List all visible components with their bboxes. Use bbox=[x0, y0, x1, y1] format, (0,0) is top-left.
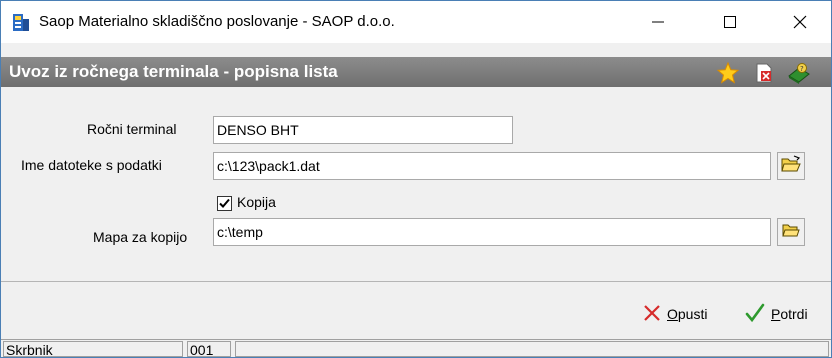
maximize-button[interactable] bbox=[707, 1, 753, 43]
copy-label: Kopija bbox=[237, 194, 276, 210]
file-path-input[interactable]: c:\123\pack1.dat bbox=[213, 152, 771, 180]
copy-checkbox[interactable] bbox=[217, 196, 232, 211]
svg-text:?: ? bbox=[800, 65, 804, 73]
confirm-mnemonic: P bbox=[771, 306, 781, 322]
confirm-button[interactable]: Potrdi bbox=[745, 302, 808, 326]
cancel-button[interactable]: Opusti bbox=[643, 302, 707, 326]
folder-icon bbox=[782, 222, 800, 243]
browse-file-button[interactable] bbox=[777, 152, 805, 180]
form-area: Ročni terminal DENSO BHT Ime datoteke s … bbox=[1, 87, 831, 281]
status-user: Skrbnik bbox=[3, 341, 183, 357]
favorite-star-icon[interactable] bbox=[716, 61, 740, 84]
help-book-icon[interactable]: ? bbox=[787, 62, 810, 84]
confirm-label: otrdi bbox=[780, 306, 808, 322]
cancel-mnemonic: O bbox=[667, 306, 678, 322]
copy-folder-input[interactable]: c:\temp bbox=[213, 218, 771, 246]
copy-folder-label: Mapa za kopijo bbox=[93, 229, 188, 245]
status-message bbox=[235, 341, 829, 357]
app-window: Saop Materialno skladiščno poslovanje - … bbox=[0, 0, 832, 358]
dialog-title: Uvoz iz ročnega terminala - popisna list… bbox=[9, 62, 338, 81]
browse-folder-button[interactable] bbox=[777, 218, 805, 246]
footer: Opusti Potrdi bbox=[1, 282, 831, 338]
close-document-icon[interactable] bbox=[753, 62, 775, 84]
status-bar: Skrbnik 001 bbox=[1, 339, 831, 357]
close-button[interactable] bbox=[777, 1, 823, 43]
status-code: 001 bbox=[187, 341, 231, 357]
terminal-field[interactable]: DENSO BHT bbox=[213, 116, 513, 144]
window-title: Saop Materialno skladiščno poslovanje - … bbox=[39, 13, 395, 30]
minimize-button[interactable] bbox=[635, 1, 681, 43]
open-folder-icon bbox=[781, 154, 801, 178]
terminal-label: Ročni terminal bbox=[87, 121, 177, 137]
title-bar: Saop Materialno skladiščno poslovanje - … bbox=[1, 1, 831, 43]
app-logo-icon bbox=[11, 13, 31, 33]
cancel-x-icon bbox=[643, 304, 661, 325]
cancel-label: pusti bbox=[677, 306, 708, 322]
file-label: Ime datoteke s podatki bbox=[21, 157, 162, 173]
confirm-check-icon bbox=[745, 303, 765, 326]
dialog-header: Uvoz iz ročnega terminala - popisna list… bbox=[1, 57, 831, 87]
